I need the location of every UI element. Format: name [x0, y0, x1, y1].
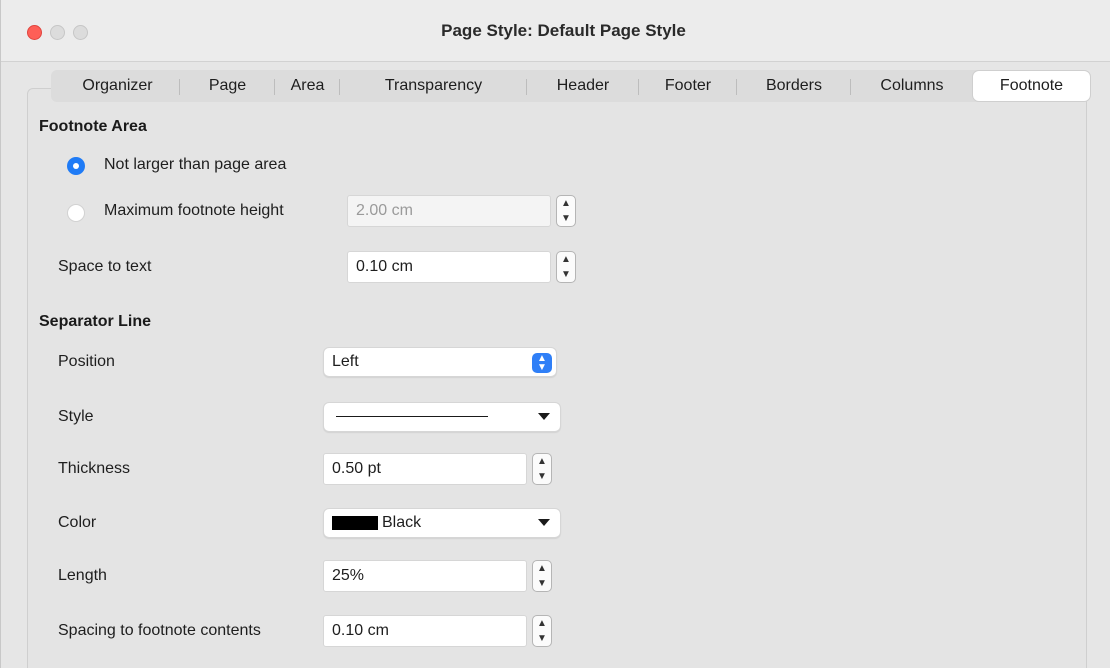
space-to-text-label: Space to text — [58, 258, 152, 275]
stepper-up-icon[interactable]: ▲ — [533, 561, 551, 576]
stepper-up-icon[interactable]: ▲ — [557, 252, 575, 267]
max-height-input[interactable]: 2.00 cm — [347, 195, 551, 227]
position-value: Left — [332, 353, 359, 370]
stepper-up-icon[interactable]: ▲ — [533, 616, 551, 631]
solid-line-sample-icon — [336, 416, 488, 417]
length-input[interactable]: 25% — [323, 560, 527, 592]
tab-transparency[interactable]: Transparency — [340, 72, 527, 100]
space-to-text-input[interactable]: 0.10 cm — [347, 251, 551, 283]
style-dropdown[interactable] — [323, 402, 561, 432]
color-value: Black — [382, 514, 422, 531]
tab-footer[interactable]: Footer — [639, 72, 737, 100]
space-to-text-stepper[interactable]: ▲ ▼ — [556, 251, 576, 283]
stepper-down-icon[interactable]: ▼ — [557, 267, 575, 282]
not-larger-label[interactable]: Not larger than page area — [104, 156, 286, 174]
spacing-label: Spacing to footnote contents — [58, 622, 261, 639]
tab-bar: Organizer Page Area Transparency Header … — [51, 70, 1090, 102]
max-height-value: 2.00 cm — [356, 202, 413, 219]
tab-header[interactable]: Header — [527, 72, 639, 100]
color-swatch — [332, 516, 378, 530]
length-stepper[interactable]: ▲ ▼ — [532, 560, 552, 592]
tab-label: Transparency — [384, 77, 483, 94]
spacing-stepper[interactable]: ▲ ▼ — [532, 615, 552, 647]
page-style-dialog: Page Style: Default Page Style Organizer… — [0, 0, 1110, 668]
color-label: Color — [58, 514, 97, 531]
separator-line-heading: Separator Line — [39, 313, 152, 330]
tab-label: Footnote — [999, 77, 1064, 94]
length-label: Length — [58, 567, 107, 584]
tab-label: Borders — [765, 77, 823, 94]
color-dropdown[interactable]: Black — [323, 508, 561, 538]
position-label: Position — [58, 353, 115, 370]
chevron-down-icon — [538, 413, 550, 420]
tab-label: Area — [290, 77, 325, 94]
tab-label: Footer — [664, 77, 712, 94]
chevron-down-icon — [538, 519, 550, 526]
tab-label: Page — [208, 77, 247, 94]
tab-label: Columns — [880, 77, 944, 94]
position-select[interactable]: Left ▲ ▼ — [323, 347, 557, 377]
thickness-label: Thickness — [58, 460, 131, 477]
length-value: 25% — [332, 567, 365, 584]
space-to-text-value: 0.10 cm — [356, 258, 413, 275]
tab-columns[interactable]: Columns — [851, 72, 973, 100]
stepper-up-icon[interactable]: ▲ — [557, 196, 575, 211]
tab-label: Organizer — [82, 77, 153, 94]
footnote-panel — [27, 88, 1087, 668]
stepper-down-icon[interactable]: ▼ — [533, 631, 551, 646]
tab-label: Header — [556, 77, 610, 94]
stepper-up-icon[interactable]: ▲ — [533, 454, 551, 469]
thickness-stepper[interactable]: ▲ ▼ — [532, 453, 552, 485]
not-larger-radio[interactable] — [67, 157, 85, 175]
style-label: Style — [58, 408, 94, 425]
max-height-radio[interactable] — [67, 204, 85, 222]
max-height-stepper[interactable]: ▲ ▼ — [556, 195, 576, 227]
max-height-label[interactable]: Maximum footnote height — [104, 202, 284, 220]
thickness-input[interactable]: 0.50 pt — [323, 453, 527, 485]
select-arrows-icon: ▲ ▼ — [532, 353, 552, 373]
title-bar: Page Style: Default Page Style — [1, 0, 1110, 62]
tab-area[interactable]: Area — [275, 72, 340, 100]
tab-borders[interactable]: Borders — [737, 72, 851, 100]
spacing-input[interactable]: 0.10 cm — [323, 615, 527, 647]
stepper-down-icon[interactable]: ▼ — [557, 211, 575, 226]
footnote-area-heading: Footnote Area — [39, 118, 147, 135]
spacing-value: 0.10 cm — [332, 622, 389, 639]
tab-footnote[interactable]: Footnote — [973, 71, 1090, 101]
stepper-down-icon[interactable]: ▼ — [533, 469, 551, 484]
window-title: Page Style: Default Page Style — [441, 21, 686, 40]
thickness-value: 0.50 pt — [332, 460, 381, 477]
tab-organizer[interactable]: Organizer — [55, 72, 180, 100]
tab-page[interactable]: Page — [180, 72, 275, 100]
stepper-down-icon[interactable]: ▼ — [533, 576, 551, 591]
